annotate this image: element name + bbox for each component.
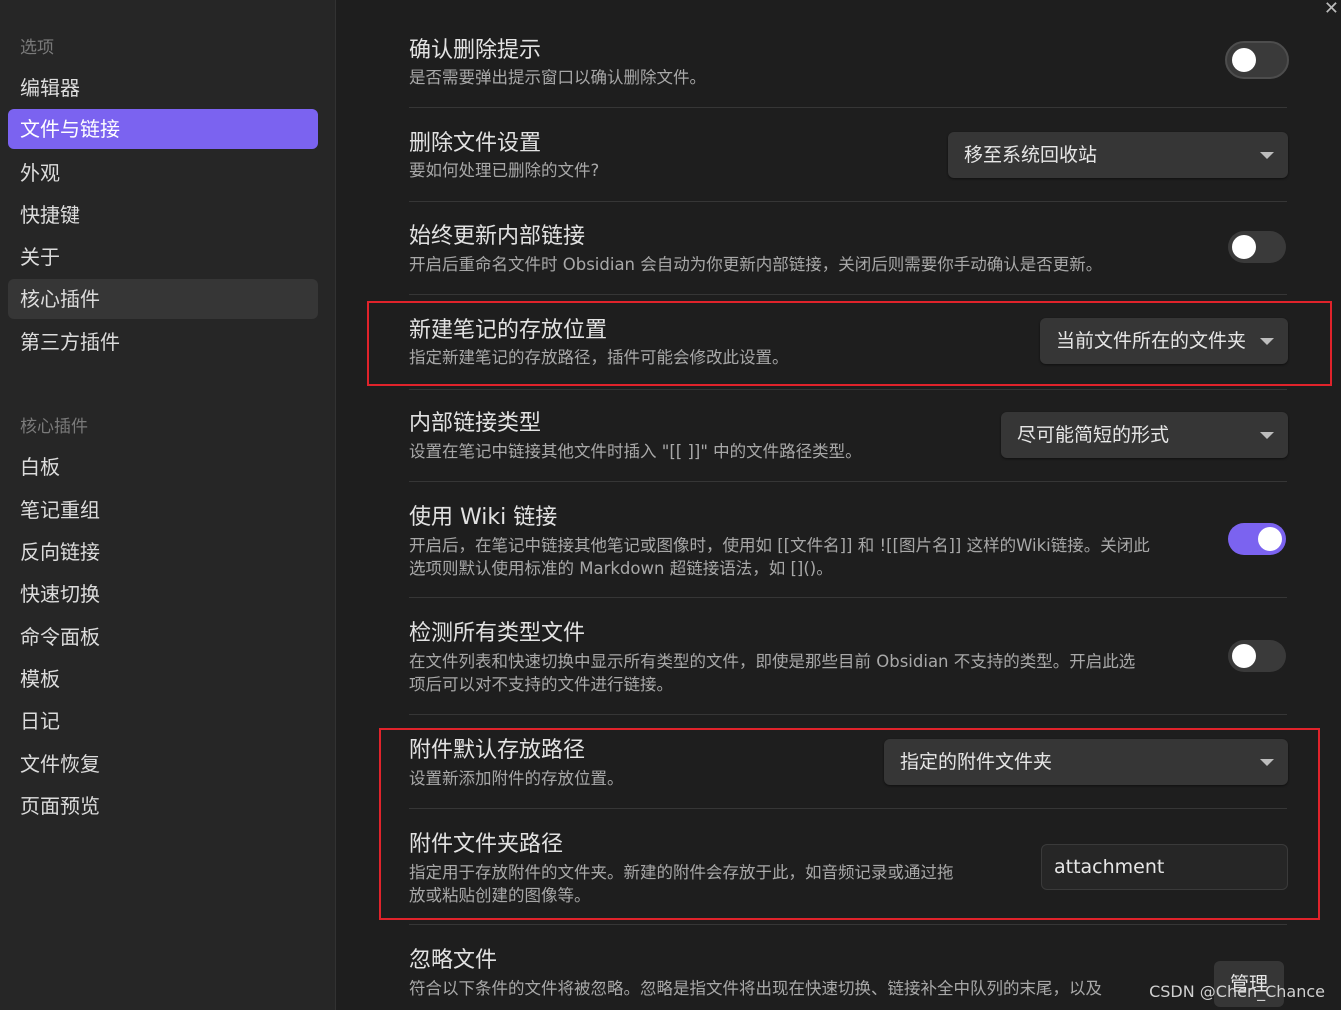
setting-description: 要如何处理已删除的文件? — [409, 161, 600, 180]
sidebar-item-note-composer[interactable]: 笔记重组 — [8, 490, 318, 530]
sidebar-item-appearance[interactable]: 外观 — [8, 153, 318, 193]
chevron-down-icon — [1260, 432, 1274, 439]
setting-description-line1: 开启后，在笔记中链接其他笔记或图像时，使用如 [[文件名]] 和 ![[图片名]… — [409, 536, 1150, 555]
sidebar-item-daily-notes[interactable]: 日记 — [8, 701, 318, 741]
detect-all-files-toggle[interactable] — [1228, 640, 1286, 672]
attachment-location-dropdown[interactable]: 指定的附件文件夹 — [884, 739, 1288, 785]
sidebar-item-editor[interactable]: 编辑器 — [8, 68, 318, 108]
sidebar-item-canvas[interactable]: 白板 — [8, 447, 318, 487]
setting-description: 指定新建笔记的存放路径，插件可能会修改此设置。 — [409, 348, 789, 367]
sidebar-item-templates[interactable]: 模板 — [8, 659, 318, 699]
dropdown-value: 指定的附件文件夹 — [900, 751, 1053, 773]
setting-name: 附件文件夹路径 — [409, 832, 564, 857]
chevron-down-icon — [1260, 759, 1274, 766]
dropdown-value: 移至系统回收站 — [964, 144, 1098, 166]
watermark: CSDN @Chen_Chance — [1149, 982, 1325, 1001]
toggle-knob — [1232, 235, 1256, 259]
sidebar-section-options: 选项 — [20, 38, 54, 58]
update-links-toggle[interactable] — [1228, 231, 1286, 263]
setting-name: 确认删除提示 — [409, 38, 542, 63]
setting-description: 符合以下条件的文件将被忽略。忽略是指文件将出现在快速切换、链接补全中队列的末尾，… — [409, 979, 1102, 998]
divider — [409, 481, 1287, 482]
sidebar-item-files-links[interactable]: 文件与链接 — [8, 109, 318, 149]
divider — [409, 924, 1287, 925]
setting-name: 附件默认存放路径 — [409, 738, 586, 763]
confirm-delete-toggle[interactable] — [1225, 41, 1289, 79]
divider — [409, 107, 1287, 108]
sidebar-item-hotkeys[interactable]: 快捷键 — [8, 195, 318, 235]
setting-description-line2: 项后可以对不支持的文件进行链接。 — [409, 675, 673, 694]
toggle-knob — [1258, 527, 1282, 551]
setting-name: 始终更新内部链接 — [409, 224, 586, 249]
setting-description: 设置在笔记中链接其他文件时插入 "[[ ]]" 中的文件路径类型。 — [409, 442, 862, 461]
setting-name: 删除文件设置 — [409, 131, 542, 156]
sidebar-item-community-plugins[interactable]: 第三方插件 — [8, 322, 318, 362]
sidebar-item-page-preview[interactable]: 页面预览 — [8, 786, 318, 826]
toggle-knob — [1232, 644, 1256, 668]
chevron-down-icon — [1260, 338, 1274, 345]
settings-content: 确认删除提示 是否需要弹出提示窗口以确认删除文件。 删除文件设置 要如何处理已删… — [337, 0, 1341, 1010]
setting-description: 设置新添加附件的存放位置。 — [409, 769, 624, 788]
sidebar-item-quick-switcher[interactable]: 快速切换 — [8, 574, 318, 614]
new-note-location-dropdown[interactable]: 当前文件所在的文件夹 — [1040, 318, 1288, 364]
sidebar-item-about[interactable]: 关于 — [8, 237, 318, 277]
divider — [409, 389, 1287, 390]
setting-description-line1: 指定用于存放附件的文件夹。新建的附件会存放于此，如音频记录或通过拖 — [409, 863, 954, 882]
setting-name: 检测所有类型文件 — [409, 621, 586, 646]
attachment-folder-input[interactable]: attachment — [1041, 844, 1288, 890]
sidebar-item-backlinks[interactable]: 反向链接 — [8, 532, 318, 572]
sidebar-item-command-palette[interactable]: 命令面板 — [8, 617, 318, 657]
divider — [409, 808, 1287, 809]
setting-name: 新建笔记的存放位置 — [409, 318, 608, 343]
dropdown-value: 尽可能简短的形式 — [1017, 424, 1170, 446]
setting-description: 开启后重命名文件时 Obsidian 会自动为你更新内部链接，关闭后则需要你手动… — [409, 255, 1103, 274]
divider — [409, 294, 1287, 295]
divider — [409, 714, 1287, 715]
link-format-dropdown[interactable]: 尽可能简短的形式 — [1001, 412, 1288, 458]
deleted-files-dropdown[interactable]: 移至系统回收站 — [948, 132, 1288, 178]
wiki-links-toggle[interactable] — [1228, 523, 1286, 555]
setting-description-line1: 在文件列表和快速切换中显示所有类型的文件，即使是那些目前 Obsidian 不支… — [409, 652, 1136, 671]
setting-name: 内部链接类型 — [409, 411, 542, 436]
setting-description-line2: 放或粘贴创建的图像等。 — [409, 886, 591, 905]
sidebar-item-file-recovery[interactable]: 文件恢复 — [8, 744, 318, 784]
sidebar-item-core-plugins[interactable]: 核心插件 — [8, 279, 318, 319]
setting-name: 使用 Wiki 链接 — [409, 505, 558, 530]
chevron-down-icon — [1260, 152, 1274, 159]
divider — [409, 597, 1287, 598]
close-icon[interactable]: ✕ — [1324, 0, 1339, 19]
settings-sidebar: 选项 编辑器 文件与链接 外观 快捷键 关于 核心插件 第三方插件 核心插件 白… — [0, 0, 336, 1010]
toggle-knob — [1232, 48, 1256, 72]
sidebar-section-core-plugins: 核心插件 — [20, 417, 88, 437]
setting-description-line2: 选项则默认使用标准的 Markdown 超链接语法，如 []()。 — [409, 559, 833, 578]
setting-name: 忽略文件 — [409, 948, 498, 973]
dropdown-value: 当前文件所在的文件夹 — [1056, 330, 1247, 352]
setting-description: 是否需要弹出提示窗口以确认删除文件。 — [409, 68, 706, 87]
divider — [409, 201, 1287, 202]
